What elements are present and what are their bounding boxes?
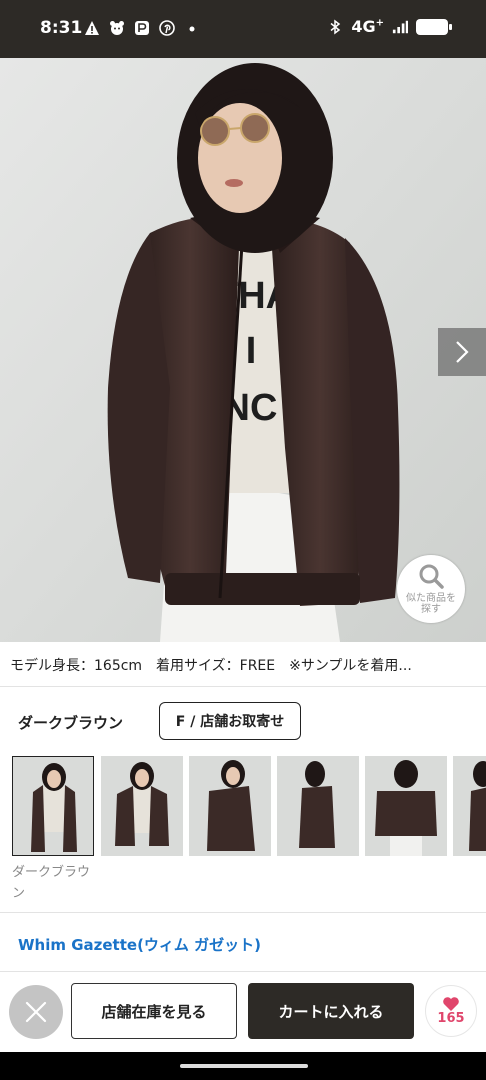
thumbnail-6[interactable]	[453, 756, 486, 856]
favorite-button[interactable]: 165	[425, 985, 477, 1037]
close-icon	[25, 1001, 47, 1023]
home-gesture-handle[interactable]	[180, 1064, 308, 1068]
search-icon	[419, 564, 444, 589]
system-nav-bar	[0, 1052, 486, 1080]
product-image[interactable]: THA T I INC 似た商品を 探す	[0, 58, 486, 642]
next-image-button[interactable]	[438, 328, 486, 376]
pinterest-icon	[159, 20, 175, 36]
bottom-action-bar: 店舗在庫を見る カートに入れる 165	[0, 972, 486, 1052]
status-time: 8:31	[40, 18, 83, 38]
thumbnail-4[interactable]	[277, 756, 359, 856]
warning-icon	[85, 21, 99, 35]
store-stock-button[interactable]: 店舗在庫を見る	[71, 983, 237, 1039]
pay-app-icon	[135, 21, 149, 35]
model-photo: THA T I INC	[0, 58, 486, 642]
selected-color-name: ダークブラウン	[18, 714, 124, 732]
color-thumbnails	[12, 756, 486, 858]
chevron-right-icon	[456, 341, 469, 363]
battery-icon	[416, 18, 452, 35]
bluetooth-icon	[330, 19, 341, 34]
thumbnail-2[interactable]	[101, 756, 183, 856]
thumbnail-3[interactable]	[189, 756, 271, 856]
model-info-text: モデル身長：165cm 着用サイズ：FREE ※サンプルを着用...	[10, 658, 412, 674]
divider	[0, 686, 486, 687]
heart-icon	[443, 997, 459, 1011]
dot-icon	[189, 26, 195, 32]
network-type: 4G+	[351, 17, 384, 36]
status-bar: 8:31 4G+	[0, 0, 486, 58]
cat-app-icon	[110, 21, 124, 35]
thumbnail-1[interactable]	[12, 756, 94, 856]
size-option-chip[interactable]: F / 店舗お取寄せ	[159, 702, 301, 740]
thumbnail-5[interactable]	[365, 756, 447, 856]
signal-icon	[392, 20, 408, 33]
close-button[interactable]	[9, 985, 63, 1039]
divider	[0, 912, 486, 913]
thumbnail-caption: ダークブラウン	[12, 865, 91, 901]
system-status: 4G+	[327, 17, 452, 36]
notification-icons	[84, 20, 200, 36]
add-to-cart-button[interactable]: カートに入れる	[248, 983, 414, 1039]
favorite-count: 165	[437, 1011, 465, 1026]
find-similar-button[interactable]: 似た商品を 探す	[397, 555, 465, 623]
find-similar-label: 似た商品を 探す	[406, 593, 456, 615]
brand-link[interactable]: Whim Gazette(ウィム ガゼット)	[18, 934, 261, 955]
